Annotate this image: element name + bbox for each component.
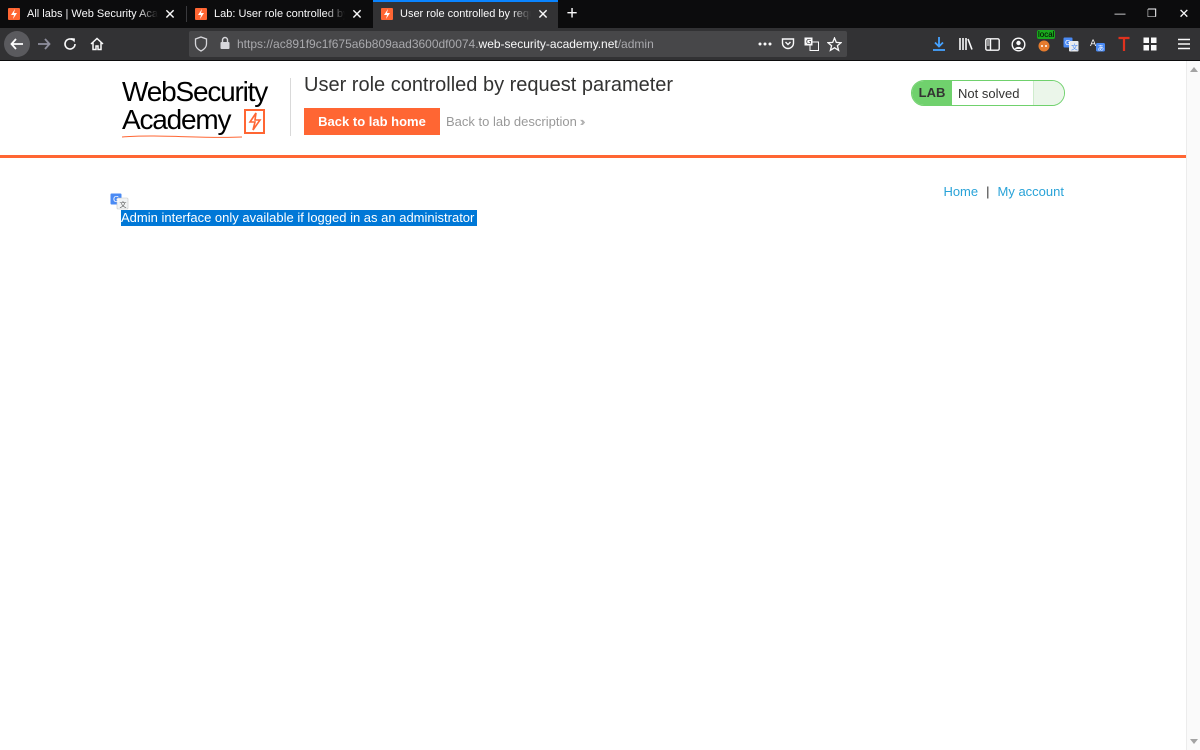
- admin-access-message: Admin interface only available if logged…: [121, 210, 478, 226]
- svg-text:G: G: [1065, 39, 1070, 47]
- portswigger-favicon-icon: [381, 8, 393, 20]
- back-to-lab-home-button[interactable]: Back to lab home: [304, 108, 440, 135]
- sidebar-toggle-icon[interactable]: [983, 35, 1001, 53]
- restore-window-icon[interactable]: ❐: [1136, 0, 1168, 28]
- close-tab-icon[interactable]: ✕: [349, 6, 365, 22]
- nav-separator: |: [986, 184, 990, 199]
- page-actions-menu-icon[interactable]: [757, 36, 773, 52]
- portswigger-favicon-icon: [195, 8, 207, 20]
- url-prefix: https://ac891f9c1f675a6b809aad3600df0074…: [237, 37, 479, 51]
- google-translate-icon[interactable]: G文: [1062, 35, 1080, 53]
- home-icon: [90, 37, 104, 51]
- url-path: /admin: [617, 37, 654, 51]
- svg-text:A: A: [1090, 39, 1097, 49]
- page-scrollbar[interactable]: [1186, 61, 1200, 750]
- top-nav: Home | My account: [943, 184, 1064, 199]
- text-extension-icon[interactable]: [1115, 35, 1133, 53]
- close-tab-icon[interactable]: ✕: [162, 6, 178, 22]
- header-orange-rule: [0, 155, 1186, 158]
- google-translate-popup-icon[interactable]: G 文: [110, 193, 130, 211]
- svg-text:あ: あ: [1098, 44, 1105, 52]
- translate-page-icon[interactable]: G: [803, 36, 819, 52]
- lab-status-text: Not solved: [958, 86, 1020, 101]
- library-icon[interactable]: [957, 35, 975, 53]
- translate-extension-icon[interactable]: Aあ: [1089, 35, 1107, 53]
- tab-title: User role controlled by request paramete…: [400, 8, 531, 20]
- back-button[interactable]: [4, 31, 30, 57]
- arrow-right-icon: [38, 38, 51, 50]
- minimize-window-icon[interactable]: —: [1104, 0, 1136, 28]
- scroll-down-icon[interactable]: [1190, 739, 1198, 744]
- tab-lab-description[interactable]: Lab: User role controlled by request par…: [187, 0, 372, 28]
- svg-text:文: 文: [120, 200, 127, 209]
- scroll-up-icon[interactable]: [1190, 67, 1198, 72]
- lightning-bolt-logo-icon: [244, 109, 265, 134]
- back-to-lab-description-label: Back to lab description: [446, 114, 577, 129]
- lock-icon[interactable]: [219, 36, 231, 50]
- my-account-link[interactable]: My account: [998, 184, 1064, 199]
- url-text[interactable]: https://ac891f9c1f675a6b809aad3600df0074…: [237, 37, 654, 51]
- browser-toolbar: https://ac891f9c1f675a6b809aad3600df0074…: [0, 28, 1200, 61]
- back-to-lab-description-link[interactable]: Back to lab description ››: [446, 114, 585, 129]
- tab-title: All labs | Web Security Academy: [27, 8, 158, 20]
- extension-badge: local: [1037, 30, 1056, 39]
- logo-text-line1: WebSecurity: [122, 76, 268, 107]
- tracking-protection-shield-icon[interactable]: [194, 36, 208, 52]
- forward-button[interactable]: [32, 32, 56, 56]
- logo-underline-icon: [122, 135, 242, 138]
- address-bar[interactable]: https://ac891f9c1f675a6b809aad3600df0074…: [189, 31, 847, 57]
- bookmark-star-icon[interactable]: [826, 36, 842, 52]
- arrow-left-icon: [10, 38, 23, 50]
- downloads-icon[interactable]: [930, 35, 948, 53]
- close-window-icon[interactable]: ✕: [1168, 0, 1200, 28]
- account-icon[interactable]: [1009, 35, 1027, 53]
- svg-text:文: 文: [1071, 42, 1078, 51]
- reload-button[interactable]: [58, 32, 82, 56]
- web-security-academy-logo[interactable]: WebSecurity Academy: [122, 76, 292, 140]
- tab-strip: All labs | Web Security Academy ✕ Lab: U…: [0, 0, 1200, 28]
- portswigger-favicon-icon: [8, 8, 20, 20]
- pocket-icon[interactable]: [780, 36, 796, 52]
- hamburger-menu-icon[interactable]: [1175, 35, 1193, 53]
- svg-text:G: G: [113, 195, 119, 204]
- lab-status-widget: LAB Not solved: [911, 80, 1065, 106]
- logo-text-line2: Academy: [122, 104, 232, 135]
- tab-admin-page[interactable]: User role controlled by request paramete…: [373, 0, 558, 28]
- home-link[interactable]: Home: [943, 184, 978, 199]
- new-tab-button[interactable]: +: [562, 3, 582, 25]
- lab-status-indicator: [1033, 81, 1064, 105]
- lab-title: User role controlled by request paramete…: [304, 74, 674, 96]
- foxyproxy-extension-icon[interactable]: local: [1035, 30, 1056, 53]
- tab-title: Lab: User role controlled by request par…: [214, 8, 345, 20]
- svg-text:G: G: [806, 38, 811, 46]
- double-chevron-right-icon: ››: [579, 114, 585, 129]
- tab-all-labs[interactable]: All labs | Web Security Academy ✕: [0, 0, 185, 28]
- header-divider: [290, 78, 291, 136]
- lab-badge: LAB: [912, 81, 952, 105]
- reload-icon: [64, 38, 76, 50]
- extensions-grid-icon[interactable]: [1141, 35, 1159, 53]
- close-tab-icon[interactable]: ✕: [535, 6, 551, 22]
- url-host: web-security-academy.net: [478, 37, 618, 51]
- home-button[interactable]: [85, 32, 109, 56]
